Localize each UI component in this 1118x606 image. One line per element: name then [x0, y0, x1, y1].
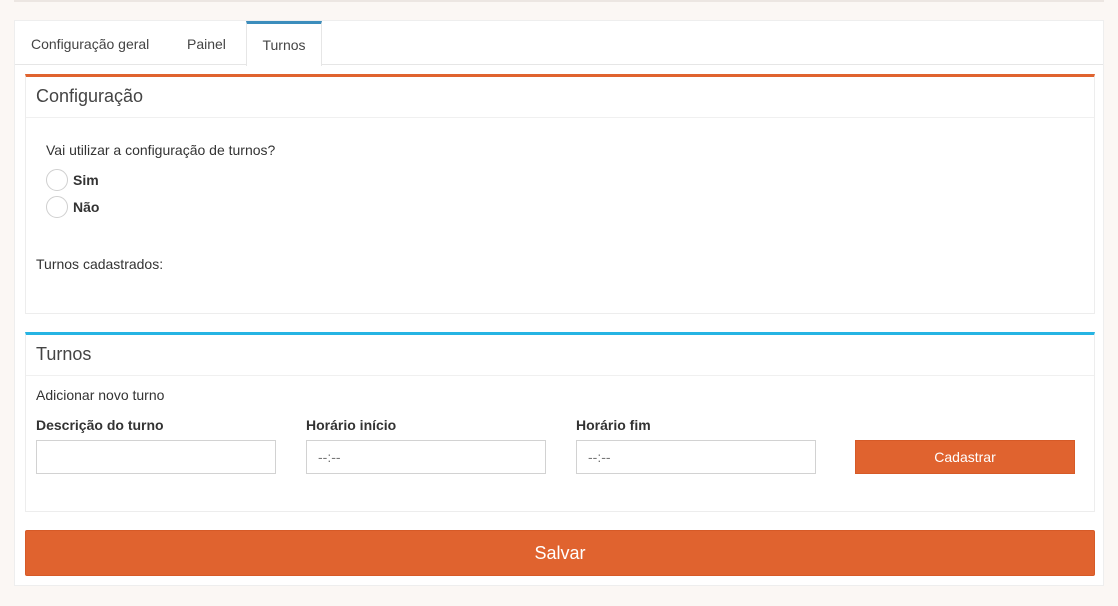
- registered-shifts-label: Turnos cadastrados:: [36, 256, 164, 272]
- option-no[interactable]: Não: [46, 196, 99, 218]
- register-shift-button[interactable]: Cadastrar: [855, 440, 1075, 474]
- save-button[interactable]: Salvar: [25, 530, 1095, 576]
- no-radio[interactable]: [46, 196, 68, 218]
- add-shift-title: Adicionar novo turno: [36, 387, 165, 403]
- start-time-input[interactable]: --:--: [306, 440, 546, 474]
- tab-panel[interactable]: Painel: [171, 21, 242, 65]
- tab-bar: Configuração geral Painel Turnos: [15, 21, 1103, 66]
- config-box: Configuração Vai utilizar a configuração…: [25, 74, 1095, 314]
- shift-config-question: Vai utilizar a configuração de turnos?: [46, 142, 276, 158]
- shifts-box-title: Turnos: [26, 335, 1094, 376]
- no-label[interactable]: Não: [73, 199, 99, 215]
- end-time-input[interactable]: --:--: [576, 440, 816, 474]
- yes-radio[interactable]: [46, 169, 68, 191]
- config-box-title: Configuração: [26, 77, 1094, 118]
- end-time-label: Horário fim: [576, 417, 651, 433]
- description-input[interactable]: [36, 440, 276, 474]
- top-divider: [14, 0, 1104, 2]
- description-label: Descrição do turno: [36, 417, 164, 433]
- option-yes[interactable]: Sim: [46, 169, 99, 191]
- yes-label[interactable]: Sim: [73, 172, 99, 188]
- tab-shifts[interactable]: Turnos: [246, 21, 322, 66]
- settings-panel: Configuração geral Painel Turnos Configu…: [14, 20, 1104, 586]
- tab-general-config[interactable]: Configuração geral: [15, 21, 165, 65]
- start-time-label: Horário início: [306, 417, 397, 433]
- shifts-box: Turnos Adicionar novo turno Descrição do…: [25, 332, 1095, 512]
